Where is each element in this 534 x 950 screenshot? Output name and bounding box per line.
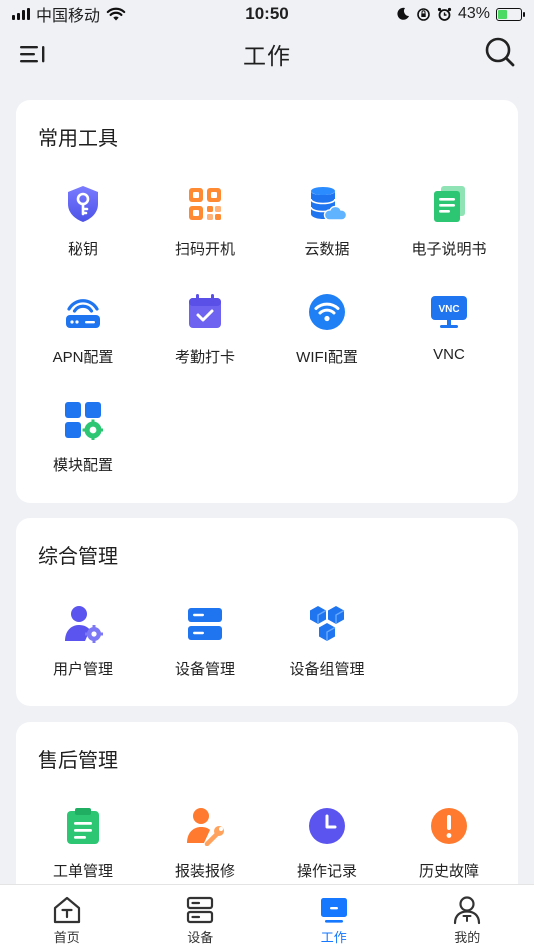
tab-label: 设备 <box>187 930 214 945</box>
calendar-check-icon <box>189 294 221 328</box>
tab-label: 我的 <box>454 930 481 945</box>
manual-document-icon <box>434 186 465 222</box>
aftersales-label: 历史故障 <box>418 863 479 880</box>
tool-secret-key[interactable]: 秘钥 <box>22 184 144 276</box>
alert-icon <box>431 808 467 844</box>
status-bar: 中国移动 10:50 43% <box>0 0 534 28</box>
wifi-icon <box>309 294 345 330</box>
aftersales-label: 报装报修 <box>174 863 235 880</box>
tool-scan-boot[interactable]: 扫码开机 <box>144 184 266 276</box>
tab-device[interactable]: 设备 <box>134 885 268 950</box>
tool-e-manual[interactable]: 电子说明书 <box>388 184 510 276</box>
tool-vnc[interactable]: VNC VNC <box>388 292 510 384</box>
key-shield-icon <box>68 186 98 222</box>
server-icon <box>188 608 222 640</box>
signal-icon <box>12 8 30 20</box>
qr-code-icon <box>189 188 221 220</box>
tab-work[interactable]: 工作 <box>267 885 401 950</box>
bottom-tab-bar: 首页 设备 工作 我的 <box>0 884 534 950</box>
tab-home[interactable]: 首页 <box>0 885 134 950</box>
search-icon[interactable] <box>484 36 516 68</box>
clipboard-icon <box>67 808 99 844</box>
user-gear-icon <box>65 606 103 643</box>
tool-label: 秘钥 <box>67 241 98 258</box>
tab-label: 首页 <box>53 930 80 945</box>
mgmt-label: 设备管理 <box>174 661 235 678</box>
tool-label: APN配置 <box>52 349 114 366</box>
mgmt-label: 设备组管理 <box>289 661 365 678</box>
tool-cloud-data[interactable]: 云数据 <box>266 184 388 276</box>
battery-percent: 43% <box>457 5 490 22</box>
cloud-database-icon <box>310 187 347 221</box>
tool-label: 扫码开机 <box>174 241 235 258</box>
tool-label: 模块配置 <box>52 457 113 474</box>
moon-icon <box>397 7 409 20</box>
repair-user-icon <box>187 808 224 846</box>
home-icon <box>53 896 80 924</box>
page-title: 工作 <box>243 43 291 69</box>
menu-icon[interactable] <box>18 40 48 68</box>
tools-card: 常用工具 秘钥 扫码开机 云数据 电子说明书 APN配置 考勤打卡 WIFI配置… <box>16 100 518 503</box>
aftersales-label: 操作记录 <box>296 863 357 880</box>
tool-apn-config[interactable]: APN配置 <box>22 292 144 384</box>
router-icon <box>66 299 100 328</box>
cube-group-icon <box>310 606 345 641</box>
section-title: 常用工具 <box>38 128 118 150</box>
profile-icon <box>454 896 481 925</box>
wifi-status-icon <box>106 7 126 21</box>
nav-header: 工作 <box>0 28 534 80</box>
tab-label: 工作 <box>320 930 347 945</box>
mgmt-label: 用户管理 <box>52 661 113 678</box>
mgmt-device-group[interactable]: 设备组管理 <box>266 604 388 696</box>
clock-icon <box>309 808 345 844</box>
module-gear-icon <box>65 402 103 440</box>
tool-label: WIFI配置 <box>296 349 358 366</box>
section-title: 售后管理 <box>38 750 118 772</box>
vnc-monitor-icon: VNC <box>431 296 467 328</box>
tool-wifi-config[interactable]: WIFI配置 <box>266 292 388 384</box>
alarm-icon <box>437 7 452 21</box>
tab-mine[interactable]: 我的 <box>401 885 534 950</box>
mgmt-user[interactable]: 用户管理 <box>22 604 144 696</box>
tool-label: 云数据 <box>304 241 350 258</box>
carrier-name: 中国移动 <box>36 8 101 25</box>
battery-icon <box>496 7 525 21</box>
section-title: 综合管理 <box>38 546 118 568</box>
device-icon <box>187 896 214 924</box>
aftersales-label: 工单管理 <box>52 863 113 880</box>
tool-label: VNC <box>433 346 465 363</box>
work-icon <box>320 898 347 923</box>
tool-label: 考勤打卡 <box>174 349 235 366</box>
mgmt-device[interactable]: 设备管理 <box>144 604 266 696</box>
tool-module-config[interactable]: 模块配置 <box>22 400 144 492</box>
tool-attendance[interactable]: 考勤打卡 <box>144 292 266 384</box>
management-card: 综合管理 用户管理 设备管理 设备组管理 <box>16 518 518 706</box>
svg-text:VNC: VNC <box>438 304 459 315</box>
tool-label: 电子说明书 <box>411 241 487 258</box>
rotation-lock-icon <box>417 7 430 21</box>
